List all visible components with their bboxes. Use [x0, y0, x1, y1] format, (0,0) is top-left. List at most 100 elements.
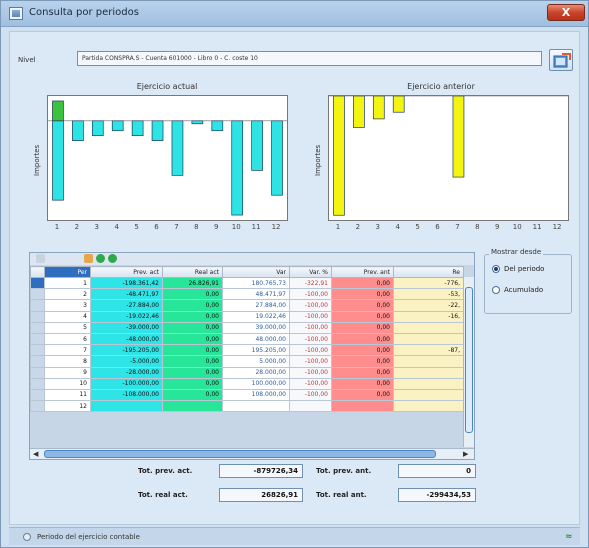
- table-cell[interactable]: [331, 400, 394, 413]
- table-row[interactable]: 4 -19.022,46 0,00 19.022,46 -100,00 0,00 -16,: [30, 310, 464, 323]
- table-cell[interactable]: 0,00: [331, 288, 394, 301]
- column-header[interactable]: Re: [393, 266, 464, 278]
- table-cell[interactable]: 3: [44, 299, 91, 312]
- scroll-right-icon[interactable]: ▶: [463, 450, 468, 458]
- table-cell[interactable]: -19.022,46: [90, 310, 163, 323]
- radio-label-del-periodo[interactable]: Del periodo: [504, 265, 544, 273]
- table-cell[interactable]: -108.000,00: [90, 388, 163, 402]
- table-cell[interactable]: -5.000,00: [90, 355, 163, 368]
- radio-del-periodo[interactable]: [492, 265, 500, 273]
- table-cell[interactable]: -22,: [393, 299, 464, 312]
- table-cell[interactable]: 28.000,00: [222, 366, 290, 379]
- row-header[interactable]: [30, 299, 45, 312]
- row-header[interactable]: [30, 276, 45, 290]
- table-cell[interactable]: -100.000,00: [90, 377, 163, 390]
- table-cell[interactable]: -195.205,00: [90, 344, 163, 357]
- export-chart-button[interactable]: [549, 49, 573, 71]
- table-cell[interactable]: 100.000,00: [222, 377, 290, 390]
- table-cell[interactable]: 6: [44, 332, 91, 346]
- table-cell[interactable]: -100,00: [289, 366, 332, 379]
- table-cell[interactable]: -322,91: [289, 276, 332, 290]
- row-header[interactable]: [30, 332, 45, 346]
- table-cell[interactable]: -53,: [393, 288, 464, 301]
- table-cell[interactable]: 19.022,46: [222, 310, 290, 323]
- table-row[interactable]: 10 -100.000,00 0,00 100.000,00 -100,00 0,00: [30, 377, 464, 390]
- table-cell[interactable]: [222, 400, 290, 413]
- table-cell[interactable]: 48.000,00: [222, 332, 290, 346]
- table-cell[interactable]: 10: [44, 377, 91, 390]
- table-cell[interactable]: 0,00: [331, 366, 394, 379]
- table-cell[interactable]: 0,00: [162, 332, 223, 346]
- table-row[interactable]: 6 -48.000,00 0,00 48.000,00 -100,00 0,00: [30, 332, 464, 346]
- row-header[interactable]: [30, 288, 45, 301]
- table-row[interactable]: 3 -27.884,00 0,00 27.884,00 -100,00 0,00 -22,: [30, 299, 464, 312]
- table-cell[interactable]: 2: [44, 288, 91, 301]
- table-cell[interactable]: 0,00: [331, 310, 394, 323]
- table-row[interactable]: 8 -5.000,00 0,00 5.000,00 -100,00 0,00: [30, 355, 464, 368]
- table-cell[interactable]: -48.000,00: [90, 332, 163, 346]
- table-cell[interactable]: [289, 400, 332, 413]
- table-cell[interactable]: 108.000,00: [222, 388, 290, 402]
- table-cell[interactable]: -100,00: [289, 332, 332, 346]
- table-cell[interactable]: [393, 321, 464, 334]
- table-cell[interactable]: 1: [44, 276, 91, 290]
- column-header[interactable]: Var. %: [289, 266, 332, 278]
- table-cell[interactable]: 0,00: [331, 299, 394, 312]
- grid-export-icon[interactable]: [84, 254, 93, 263]
- table-cell[interactable]: 0,00: [331, 344, 394, 357]
- row-header[interactable]: [30, 321, 45, 334]
- table-cell[interactable]: 0,00: [331, 332, 394, 346]
- table-cell[interactable]: [393, 388, 464, 402]
- vertical-scrollbar[interactable]: [463, 277, 474, 447]
- table-cell[interactable]: -100,00: [289, 321, 332, 334]
- table-cell[interactable]: 0,00: [331, 355, 394, 368]
- column-header[interactable]: Prev. ant: [331, 266, 394, 278]
- table-cell[interactable]: 0,00: [162, 388, 223, 402]
- table-cell[interactable]: 27.884,00: [222, 299, 290, 312]
- table-cell[interactable]: 5: [44, 321, 91, 334]
- table-cell[interactable]: 0,00: [162, 321, 223, 334]
- radio-acumulado[interactable]: [492, 286, 500, 294]
- table-cell[interactable]: -48.471,97: [90, 288, 163, 301]
- table-cell[interactable]: [393, 355, 464, 368]
- table-row[interactable]: 1 -198.361,42 26.826,91 180.765,73 -322,91 0,…: [30, 276, 464, 290]
- table-cell[interactable]: 0,00: [162, 299, 223, 312]
- table-row[interactable]: 12: [30, 400, 464, 413]
- grid-menu-icon[interactable]: [36, 254, 45, 263]
- table-cell[interactable]: -16,: [393, 310, 464, 323]
- horizontal-scrollbar[interactable]: ◀ ▶: [30, 448, 474, 459]
- table-cell[interactable]: -100,00: [289, 344, 332, 357]
- table-cell[interactable]: 39.000,00: [222, 321, 290, 334]
- table-cell[interactable]: 8: [44, 355, 91, 368]
- table-cell[interactable]: 0,00: [162, 288, 223, 301]
- column-header[interactable]: Real act: [162, 266, 223, 278]
- table-cell[interactable]: 0,00: [162, 310, 223, 323]
- table-cell[interactable]: 0,00: [331, 388, 394, 402]
- row-header[interactable]: [30, 310, 45, 323]
- resize-grip-icon[interactable]: ≈: [565, 532, 573, 542]
- table-cell[interactable]: -198.361,42: [90, 276, 163, 290]
- table-cell[interactable]: -100,00: [289, 299, 332, 312]
- column-header[interactable]: Per: [44, 266, 91, 278]
- table-cell[interactable]: [393, 400, 464, 413]
- table-cell[interactable]: 0,00: [162, 377, 223, 390]
- table-cell[interactable]: -100,00: [289, 388, 332, 402]
- table-cell[interactable]: 180.765,73: [222, 276, 290, 290]
- table-row[interactable]: 7 -195.205,00 0,00 195.205,00 -100,00 0,00 -87…: [30, 344, 464, 357]
- table-cell[interactable]: 26.826,91: [162, 276, 223, 290]
- table-cell[interactable]: 0,00: [162, 355, 223, 368]
- table-cell[interactable]: [90, 400, 163, 413]
- table-cell[interactable]: 5.000,00: [222, 355, 290, 368]
- grid-refresh-icon[interactable]: [96, 254, 105, 263]
- table-cell[interactable]: [393, 366, 464, 379]
- table-row[interactable]: 9 -28.000,00 0,00 28.000,00 -100,00 0,00: [30, 366, 464, 379]
- row-header[interactable]: [30, 366, 45, 379]
- table-cell[interactable]: 0,00: [331, 377, 394, 390]
- nivel-field[interactable]: Partida CONSPRA.S - Cuenta 601000 - Libr…: [77, 51, 542, 66]
- table-cell[interactable]: -100,00: [289, 310, 332, 323]
- table-cell[interactable]: [393, 377, 464, 390]
- row-header[interactable]: [30, 388, 45, 402]
- table-cell[interactable]: 9: [44, 366, 91, 379]
- table-cell[interactable]: 195.205,00: [222, 344, 290, 357]
- table-cell[interactable]: 0,00: [162, 366, 223, 379]
